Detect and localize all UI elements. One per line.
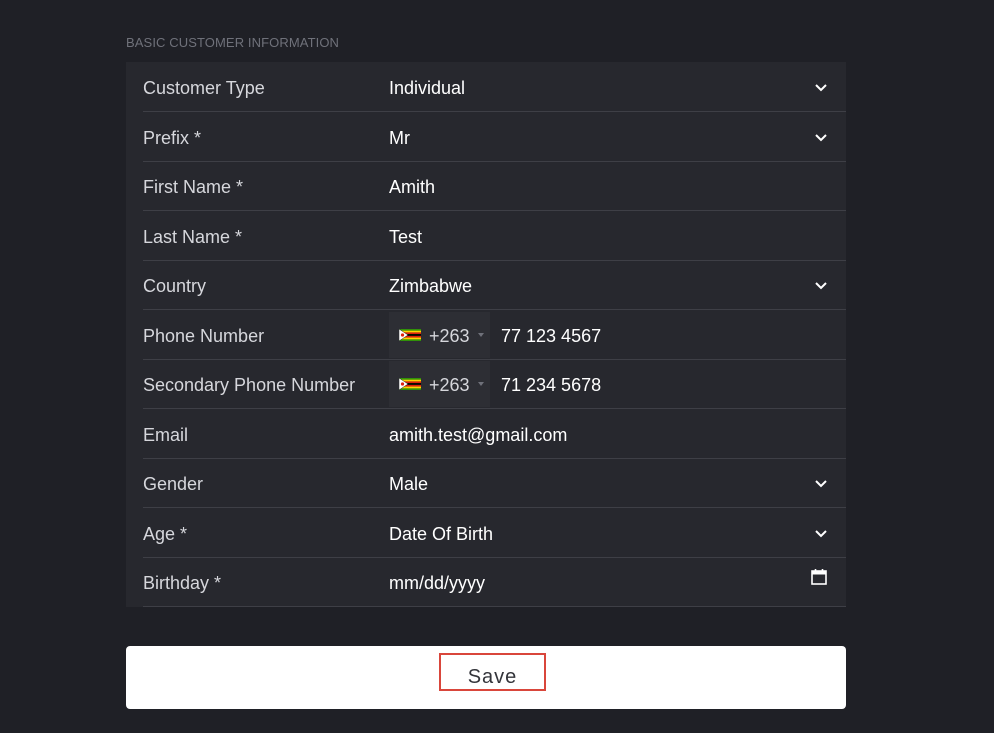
chevron-down-icon[interactable] <box>814 278 828 292</box>
prefix-select[interactable]: Prefix * Mr <box>143 112 846 162</box>
secondary-country-code-select[interactable]: +263 <box>389 361 490 407</box>
first-name-label: First Name * <box>143 177 244 197</box>
secondary-phone-label: Secondary Phone Number <box>143 375 356 395</box>
country-label: Country <box>143 276 207 296</box>
caret-down-icon <box>478 333 484 337</box>
caret-down-icon <box>478 382 484 386</box>
birthday-field[interactable]: Birthday * mm/dd/yyyy <box>143 557 846 607</box>
section-title: BASIC CUSTOMER INFORMATION <box>126 35 340 50</box>
country-value[interactable]: Zimbabwe <box>389 260 472 309</box>
last-name-label: Last Name * <box>143 227 243 247</box>
prefix-value[interactable]: Mr <box>389 112 410 161</box>
last-name-field[interactable]: Last Name * Test <box>143 211 846 261</box>
first-name-input[interactable]: Amith <box>389 161 435 210</box>
email-input[interactable]: amith.test@gmail.com <box>389 409 567 458</box>
age-label: Age * <box>143 524 188 544</box>
customer-type-value[interactable]: Individual <box>389 62 465 111</box>
save-button[interactable]: Save <box>439 653 546 691</box>
gender-label: Gender <box>143 474 204 494</box>
calendar-icon[interactable] <box>810 568 828 586</box>
gender-value[interactable]: Male <box>389 458 428 507</box>
secondary-phone-field: Secondary Phone Number +263 71 234 5678 <box>143 359 846 409</box>
zimbabwe-flag-icon <box>399 378 421 390</box>
country-code-select[interactable]: +263 <box>389 312 490 358</box>
prefix-label: Prefix * <box>143 128 202 148</box>
country-select[interactable]: Country Zimbabwe <box>143 260 846 310</box>
zimbabwe-flag-icon <box>399 329 421 341</box>
customer-type-select[interactable]: Customer Type Individual <box>143 62 846 112</box>
birthday-label: Birthday * <box>143 573 222 593</box>
email-label: Email <box>143 425 189 445</box>
secondary-country-code-value: +263 <box>429 375 470 395</box>
secondary-phone-input[interactable]: 71 234 5678 <box>501 361 601 410</box>
last-name-input[interactable]: Test <box>389 211 422 260</box>
gender-select[interactable]: Gender Male <box>143 458 846 508</box>
customer-type-label: Customer Type <box>143 78 265 98</box>
save-bar: Save <box>126 646 846 709</box>
country-code-value: +263 <box>429 326 470 346</box>
customer-info-form: Customer Type Individual Prefix * Mr Fir… <box>126 62 846 607</box>
chevron-down-icon[interactable] <box>814 526 828 540</box>
chevron-down-icon[interactable] <box>814 80 828 94</box>
first-name-field[interactable]: First Name * Amith <box>143 161 846 211</box>
phone-number-label: Phone Number <box>143 326 265 346</box>
chevron-down-icon[interactable] <box>814 476 828 490</box>
phone-number-input[interactable]: 77 123 4567 <box>501 312 601 361</box>
email-field[interactable]: Email amith.test@gmail.com <box>143 409 846 459</box>
age-value[interactable]: Date Of Birth <box>389 508 493 557</box>
phone-number-field: Phone Number +263 77 123 4567 <box>143 310 846 360</box>
age-select[interactable]: Age * Date Of Birth <box>143 508 846 558</box>
birthday-date-input[interactable]: mm/dd/yyyy <box>389 557 485 606</box>
chevron-down-icon[interactable] <box>814 130 828 144</box>
